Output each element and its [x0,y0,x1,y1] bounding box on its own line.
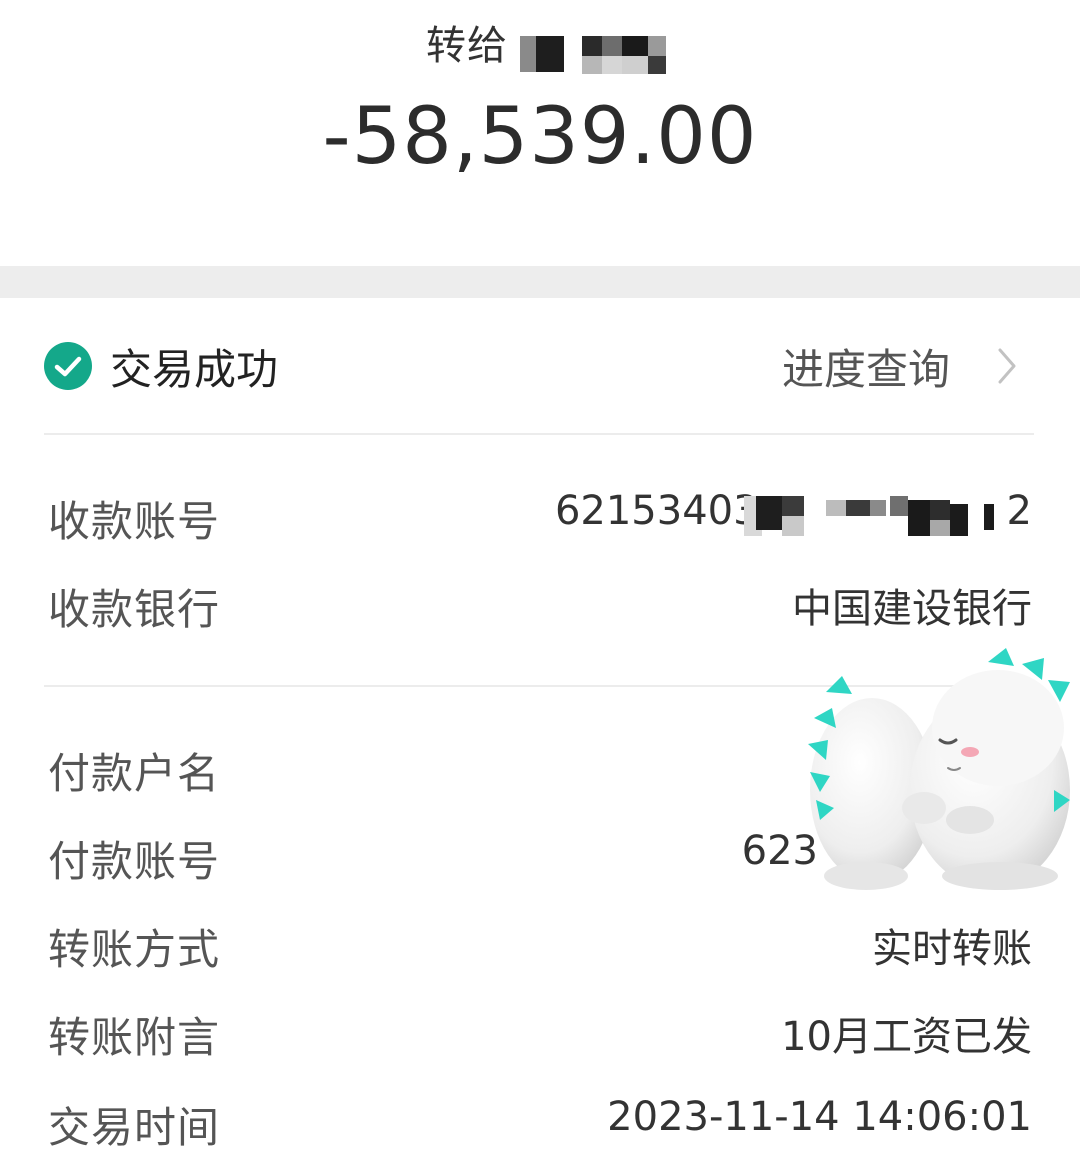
transaction-time-row: 交易时间 2023-11-14 14:06:01 [0,1082,1080,1168]
progress-query-label: 进度查询 [781,344,950,394]
payer-account-label: 付款账号 [48,837,221,886]
receiver-bank-label: 收款银行 [48,585,221,634]
check-circle-icon [44,342,92,390]
transfer-note-value: 10月工资已发 [781,1014,1032,1060]
transaction-time-value: 2023-11-14 14:06:01 [607,1094,1032,1140]
transfer-header: 转给 -58,539.00 [0,0,1080,266]
progress-query-link[interactable]: 进度查询 [782,328,1020,404]
section-separator [0,266,1080,298]
account-number-mosaic [744,490,1014,542]
receiver-bank-row: 收款银行 中国建设银行 [0,564,1080,650]
recipient-name-mosaic [512,30,672,78]
recipient-prefix: 转给 [426,23,508,69]
payer-name-label: 付款户名 [48,749,221,798]
receiver-account-label: 收款账号 [48,497,221,546]
transfer-method-label: 转账方式 [48,925,221,974]
hugging-dinosaurs-sticker [808,648,1070,890]
transfer-method-value: 实时转账 [872,926,1032,972]
recipient-line: 转给 [426,12,508,72]
chevron-right-icon [998,348,1016,384]
receiver-bank-value: 中国建设银行 [792,586,1032,632]
divider [44,433,1034,435]
transfer-amount: -58,539.00 [322,92,758,182]
transaction-time-label: 交易时间 [48,1103,221,1152]
receiver-account-prefix: 62153403 [554,488,759,534]
status-row: 交易成功 进度查询 [0,298,1080,434]
transfer-note-label: 转账附言 [48,1013,221,1062]
transfer-note-row: 转账附言 10月工资已发 [0,992,1080,1078]
status-label: 交易成功 [110,345,279,394]
transfer-method-row: 转账方式 实时转账 [0,904,1080,990]
